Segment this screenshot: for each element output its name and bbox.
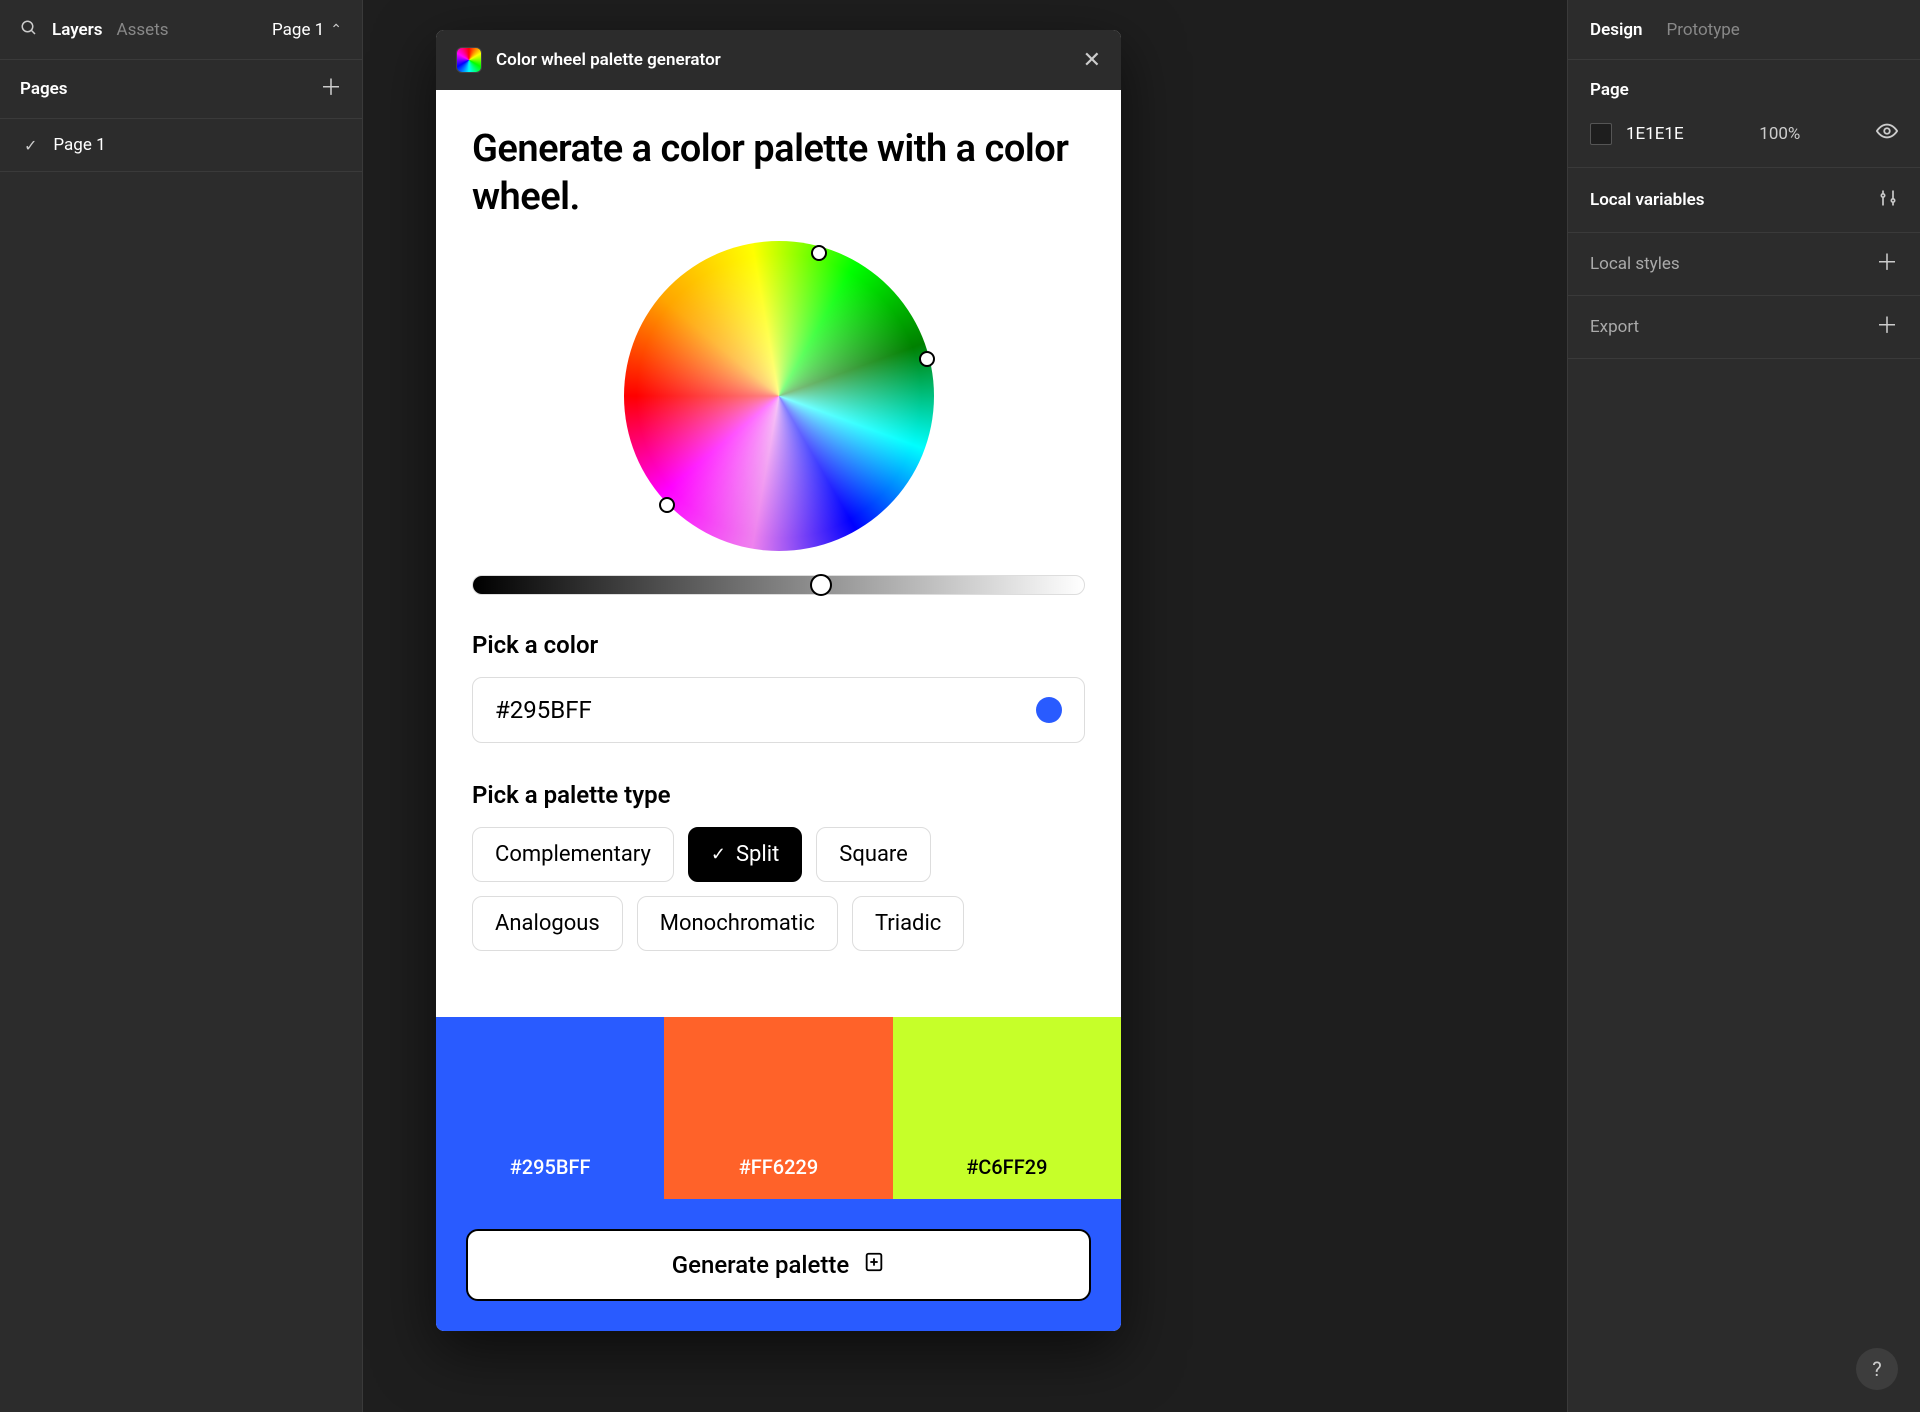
palette-swatch[interactable]: #FF6229 (664, 1017, 892, 1199)
right-panel: Design Prototype Page 1E1E1E 100% Local … (1567, 0, 1920, 1412)
wheel-handle[interactable] (811, 245, 827, 261)
local-styles-label: Local styles (1590, 254, 1680, 274)
color-wheel[interactable] (624, 241, 934, 551)
plugin-heading: Generate a color palette with a color wh… (472, 126, 1085, 221)
tab-assets[interactable]: Assets (117, 20, 169, 40)
plugin-modal-header[interactable]: Color wheel palette generator ✕ (436, 30, 1121, 90)
plugin-modal-body: Generate a color palette with a color wh… (436, 90, 1121, 1017)
export-section[interactable]: Export ＋ (1568, 296, 1920, 359)
generate-label: Generate palette (672, 1251, 849, 1279)
generate-palette-button[interactable]: Generate palette (466, 1229, 1091, 1301)
slider-handle[interactable] (810, 574, 832, 596)
palette-type-analogous[interactable]: Analogous (472, 896, 623, 951)
add-export-button[interactable]: ＋ (1876, 316, 1898, 338)
palette-swatch[interactable]: #295BFF (436, 1017, 664, 1199)
left-panel: Layers Assets Page 1 ⌃ Pages ＋ ✓ Page 1 (0, 0, 363, 1412)
palette-type-square[interactable]: Square (816, 827, 931, 882)
page-item[interactable]: ✓ Page 1 (0, 119, 362, 172)
plugin-icon (456, 47, 482, 73)
check-icon: ✓ (711, 844, 726, 865)
add-page-button[interactable]: ＋ (320, 78, 342, 100)
left-panel-header: Layers Assets Page 1 ⌃ (0, 0, 362, 60)
eye-icon[interactable] (1876, 120, 1898, 147)
palette-type-label: Split (736, 842, 779, 867)
palette-type-triadic[interactable]: Triadic (852, 896, 964, 951)
palette-type-label: Triadic (875, 911, 941, 936)
palette-type-label: Monochromatic (660, 911, 815, 936)
page-color-hex[interactable]: 1E1E1E (1626, 124, 1684, 144)
swatch-hex: #295BFF (510, 1155, 591, 1179)
pages-header-label: Pages (20, 79, 68, 99)
plugin-modal: Color wheel palette generator ✕ Generate… (436, 30, 1121, 1331)
page-selector[interactable]: Page 1 ⌃ (272, 20, 342, 40)
palette-type-monochromatic[interactable]: Monochromatic (637, 896, 838, 951)
pick-palette-label: Pick a palette type (472, 781, 1085, 809)
chevron-up-icon: ⌃ (330, 22, 342, 38)
palette-type-label: Square (839, 842, 908, 867)
palette-type-label: Analogous (495, 911, 600, 936)
tab-prototype[interactable]: Prototype (1667, 20, 1740, 40)
search-icon[interactable] (20, 19, 38, 41)
close-icon[interactable]: ✕ (1083, 48, 1101, 73)
pages-header: Pages ＋ (0, 60, 362, 119)
palette-type-split[interactable]: ✓ Split (688, 827, 802, 882)
palette-type-group: Complementary ✓ Split Square Analogous Monoch… (472, 827, 1085, 951)
page-section: Page 1E1E1E 100% (1568, 60, 1920, 168)
page-color-swatch[interactable] (1590, 123, 1612, 145)
local-variables-section[interactable]: Local variables (1568, 168, 1920, 233)
page-selector-label: Page 1 (272, 20, 324, 40)
palette-swatch[interactable]: #C6FF29 (893, 1017, 1121, 1199)
tab-layers[interactable]: Layers (52, 20, 103, 40)
swatch-hex: #C6FF29 (966, 1155, 1047, 1179)
wheel-handle[interactable] (919, 351, 935, 367)
page-section-label: Page (1590, 80, 1629, 100)
pick-color-label: Pick a color (472, 631, 1085, 659)
export-label: Export (1590, 317, 1639, 337)
palette-type-label: Complementary (495, 842, 651, 867)
plugin-modal-title: Color wheel palette generator (496, 50, 721, 70)
adjust-icon[interactable] (1878, 188, 1898, 212)
page-opacity[interactable]: 100% (1759, 124, 1800, 144)
page-item-label: Page 1 (53, 135, 105, 155)
color-dot (1036, 697, 1062, 723)
generate-footer: Generate palette (436, 1199, 1121, 1331)
palette-swatches: #295BFF #FF6229 #C6FF29 (436, 1017, 1121, 1199)
wheel-handle[interactable] (659, 497, 675, 513)
tab-design[interactable]: Design (1590, 20, 1643, 40)
lightness-slider[interactable] (472, 575, 1085, 595)
export-icon (863, 1251, 885, 1279)
help-button[interactable]: ? (1856, 1348, 1898, 1390)
color-input[interactable]: #295BFF (472, 677, 1085, 743)
check-icon: ✓ (24, 136, 37, 155)
right-tabs: Design Prototype (1568, 0, 1920, 60)
add-style-button[interactable]: ＋ (1876, 253, 1898, 275)
color-input-value: #295BFF (495, 696, 592, 724)
local-styles-section[interactable]: Local styles ＋ (1568, 233, 1920, 296)
local-variables-label: Local variables (1590, 190, 1705, 210)
swatch-hex: #FF6229 (739, 1155, 819, 1179)
palette-type-complementary[interactable]: Complementary (472, 827, 674, 882)
